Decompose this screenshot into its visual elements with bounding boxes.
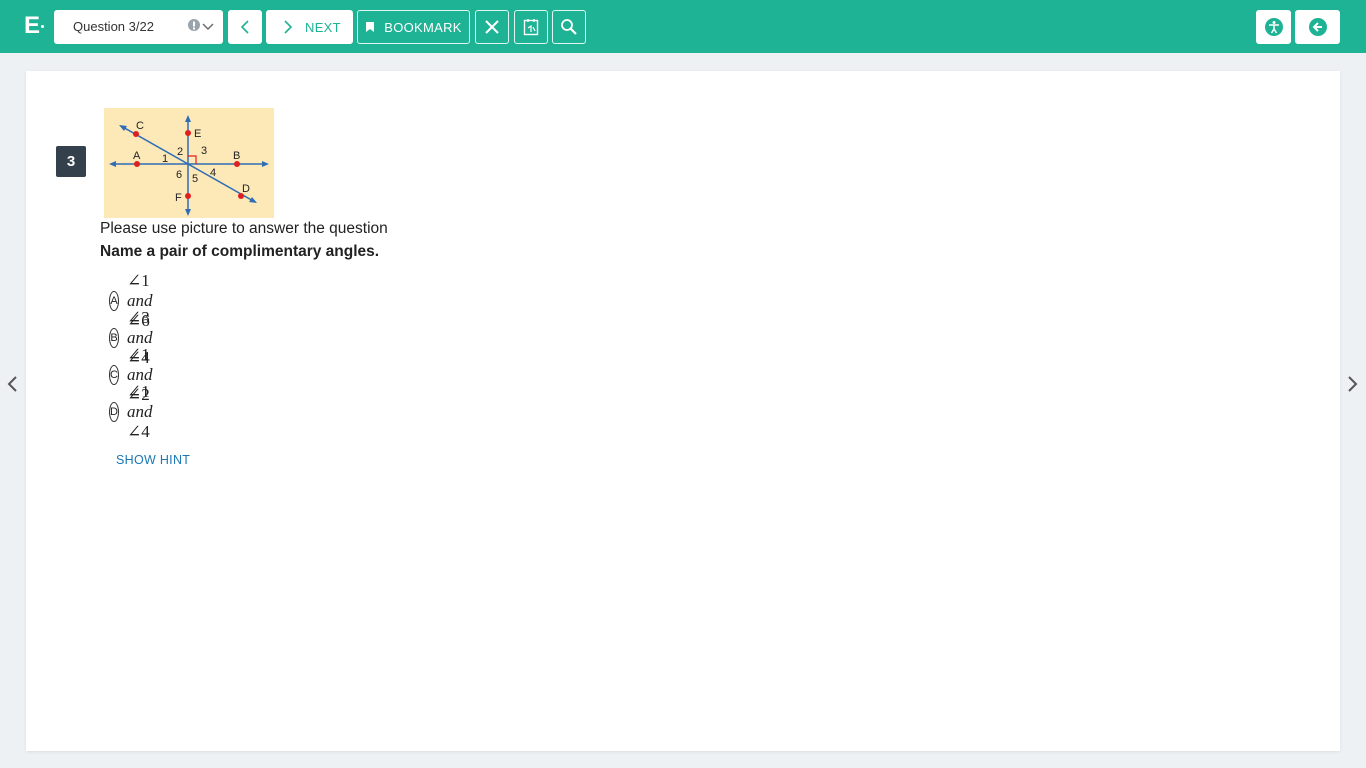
angle-label-5: 5 <box>192 173 198 185</box>
close-icon <box>485 20 499 34</box>
magnifier-icon <box>561 19 577 35</box>
bookmark-icon <box>366 22 375 32</box>
chevron-down-icon <box>202 23 214 30</box>
option-letter: D <box>109 402 120 422</box>
logo-menu-dot[interactable] <box>41 25 44 28</box>
back-arrow-icon <box>1308 18 1327 36</box>
option-letter: A <box>109 291 120 311</box>
previous-question-arrow-icon[interactable] <box>6 376 18 392</box>
top-toolbar: E Question 3/22 NEXT BOOKMARK <box>0 0 1366 53</box>
next-button[interactable]: NEXT <box>266 10 353 44</box>
point-label-d: D <box>242 183 250 195</box>
question-prompt: Please use picture to answer the questio… <box>100 220 388 237</box>
question-text: Name a pair of complimentary angles. <box>100 243 380 260</box>
point-label-c: C <box>136 120 144 132</box>
angle-label-2: 2 <box>177 146 183 158</box>
angle-label-4: 4 <box>210 167 216 179</box>
option-letter: B <box>109 328 120 348</box>
zoom-button[interactable] <box>552 10 586 44</box>
accessibility-button[interactable] <box>1256 10 1291 44</box>
answer-option-d[interactable]: D ∠1 and ∠4 <box>109 382 163 441</box>
angle-label-6: 6 <box>176 169 182 181</box>
previous-button[interactable] <box>228 10 262 44</box>
chevron-right-icon <box>284 20 293 34</box>
accessibility-icon <box>1264 18 1283 36</box>
next-button-label: NEXT <box>305 19 341 35</box>
show-hint-link[interactable]: SHOW HINT <box>116 453 190 467</box>
next-question-arrow-icon[interactable] <box>1347 376 1359 392</box>
question-selector-label: Question 3/22 <box>73 19 154 34</box>
bookmark-button-label: BOOKMARK <box>384 19 462 35</box>
point-label-e: E <box>194 128 201 140</box>
question-card: 3 C E A B D F 1 2 3 4 5 6 Please use pic… <box>26 71 1340 751</box>
app-logo[interactable]: E <box>24 12 40 40</box>
exit-button[interactable] <box>1295 10 1340 44</box>
angle-label-1: 1 <box>162 153 168 165</box>
calculator-button[interactable] <box>514 10 548 44</box>
angle-label-3: 3 <box>201 145 207 157</box>
question-selector[interactable]: Question 3/22 <box>54 10 223 44</box>
angle-diagram: C E A B D F 1 2 3 4 5 6 <box>104 108 274 218</box>
point-label-a: A <box>133 150 141 162</box>
option-text: ∠1 and ∠4 <box>127 382 153 441</box>
calculator-icon <box>523 19 539 36</box>
option-letter: C <box>109 365 120 385</box>
point-label-b: B <box>233 150 240 162</box>
eliminate-answer-button[interactable] <box>475 10 509 44</box>
question-number-badge: 3 <box>56 146 86 177</box>
point-label-f: F <box>175 192 182 204</box>
chevron-left-icon <box>240 20 249 34</box>
bookmark-button[interactable]: BOOKMARK <box>357 10 470 44</box>
